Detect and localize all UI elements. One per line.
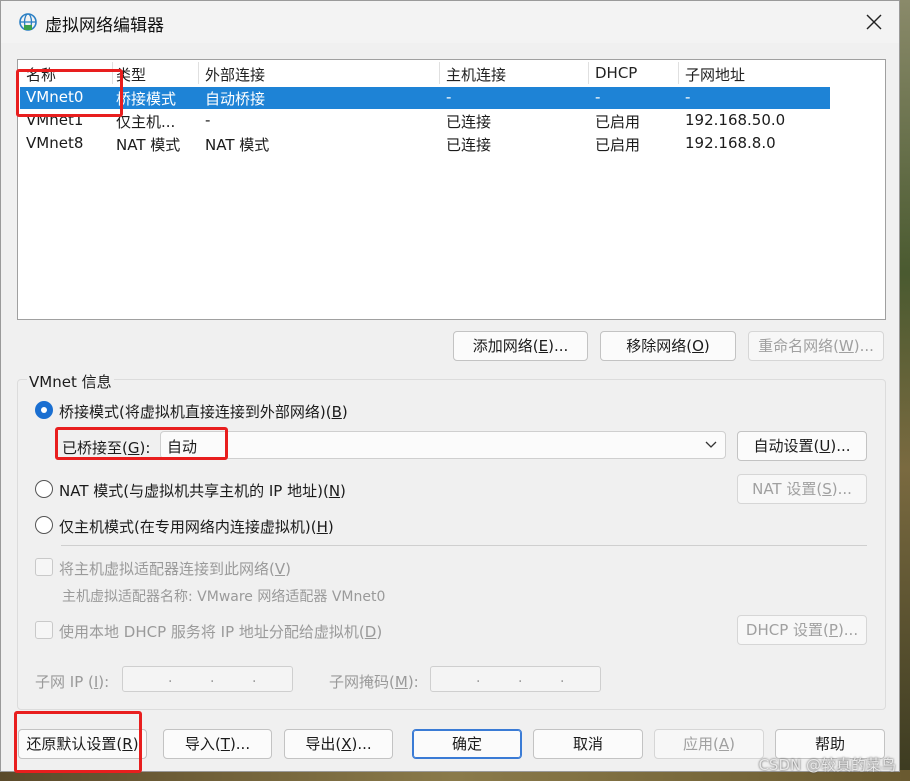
bridged-mode-radio[interactable] bbox=[35, 401, 53, 419]
row-type: 桥接模式 bbox=[116, 90, 177, 108]
row-name: VMnet8 bbox=[26, 134, 84, 152]
row-host: 已连接 bbox=[446, 136, 492, 154]
column-separator[interactable] bbox=[439, 62, 440, 84]
use-dhcp-label[interactable]: 使用本地 DHCP 服务将 IP 地址分配给虚拟机(D) bbox=[59, 621, 382, 642]
separator-line bbox=[61, 545, 867, 546]
title-bar: 虚拟网络编辑器 bbox=[1, 1, 899, 43]
row-subnet: 192.168.8.0 bbox=[685, 134, 776, 152]
list-header: 名称 类型 外部连接 主机连接 DHCP 子网地址 bbox=[18, 60, 885, 86]
dhcp-settings-button[interactable]: DHCP 设置(P)... bbox=[737, 615, 867, 645]
cancel-button[interactable]: 取消 bbox=[533, 729, 643, 759]
row-type: NAT 模式 bbox=[116, 136, 181, 154]
table-row-vmnet1[interactable]: VMnet1 仅主机... - 已连接 已启用 192.168.50.0 bbox=[20, 110, 830, 132]
bridged-to-select[interactable]: 自动 bbox=[160, 431, 726, 459]
subnet-mask-input[interactable]: . . . bbox=[430, 666, 601, 692]
connect-adapter-label[interactable]: 将主机虚拟适配器连接到此网络(V) bbox=[59, 558, 291, 579]
window-title: 虚拟网络编辑器 bbox=[45, 16, 164, 36]
column-header-host[interactable]: 主机连接 bbox=[446, 64, 506, 84]
subnet-ip-label: 子网 IP (I): bbox=[35, 673, 110, 691]
apply-button[interactable]: 应用(A) bbox=[654, 729, 764, 759]
column-separator[interactable] bbox=[112, 62, 113, 84]
host-only-label[interactable]: 仅主机模式(在专用网络内连接虚拟机)(H) bbox=[59, 516, 334, 537]
subnet-ip-input[interactable]: . . . bbox=[122, 666, 293, 692]
add-network-button[interactable]: 添加网络(E)... bbox=[453, 331, 588, 361]
host-only-radio[interactable] bbox=[35, 516, 53, 534]
row-type: 仅主机... bbox=[116, 113, 176, 131]
nat-mode-radio[interactable] bbox=[35, 480, 53, 498]
ok-button[interactable]: 确定 bbox=[412, 729, 522, 759]
column-separator[interactable] bbox=[198, 62, 199, 84]
column-header-type[interactable]: 类型 bbox=[116, 64, 146, 84]
nat-mode-label[interactable]: NAT 模式(与虚拟机共享主机的 IP 地址)(N) bbox=[59, 480, 346, 501]
connect-adapter-checkbox[interactable] bbox=[35, 558, 53, 576]
subnet-mask-label: 子网掩码(M): bbox=[329, 673, 419, 691]
watermark: CSDN @较真的菜鸟 bbox=[758, 756, 896, 774]
column-header-dhcp[interactable]: DHCP bbox=[595, 64, 637, 84]
virtual-network-editor-dialog: 虚拟网络编辑器 名称 类型 外部连接 主机连接 DHCP 子网地址 VMnet0… bbox=[0, 0, 900, 773]
row-external: NAT 模式 bbox=[205, 136, 270, 154]
auto-settings-button[interactable]: 自动设置(U)... bbox=[737, 431, 867, 461]
row-external: 自动桥接 bbox=[205, 90, 266, 108]
use-dhcp-checkbox[interactable] bbox=[35, 621, 53, 639]
column-header-name[interactable]: 名称 bbox=[26, 64, 56, 84]
row-dhcp: 已启用 bbox=[595, 136, 641, 154]
chevron-down-icon bbox=[705, 441, 717, 448]
import-button[interactable]: 导入(T)... bbox=[163, 729, 272, 759]
export-button[interactable]: 导出(X)... bbox=[284, 729, 393, 759]
row-external: - bbox=[205, 111, 211, 129]
nat-settings-button[interactable]: NAT 设置(S)... bbox=[737, 474, 867, 504]
network-globe-icon bbox=[19, 13, 37, 31]
column-header-external[interactable]: 外部连接 bbox=[205, 64, 265, 84]
vmnet-info-label: VMnet 信息 bbox=[27, 371, 114, 392]
row-subnet: - bbox=[685, 88, 691, 106]
row-dhcp: - bbox=[595, 88, 601, 106]
close-button[interactable] bbox=[856, 6, 892, 38]
row-host: 已连接 bbox=[446, 113, 492, 131]
row-host: - bbox=[446, 88, 452, 106]
bridged-to-label: 已桥接至(G): bbox=[62, 439, 151, 457]
row-subnet: 192.168.50.0 bbox=[685, 111, 786, 129]
table-row-vmnet8[interactable]: VMnet8 NAT 模式 NAT 模式 已连接 已启用 192.168.8.0 bbox=[20, 133, 830, 155]
table-row-vmnet0[interactable]: VMnet0 桥接模式 自动桥接 - - - bbox=[20, 87, 830, 109]
close-icon bbox=[866, 14, 882, 30]
adapter-name-text: 主机虚拟适配器名称: VMware 网络适配器 VMnet0 bbox=[62, 589, 386, 605]
column-separator[interactable] bbox=[678, 62, 679, 84]
remove-network-button[interactable]: 移除网络(O) bbox=[600, 331, 736, 361]
row-dhcp: 已启用 bbox=[595, 113, 641, 131]
restore-defaults-button[interactable]: 还原默认设置(R) bbox=[18, 729, 147, 759]
column-separator[interactable] bbox=[588, 62, 589, 84]
bridged-to-value: 自动 bbox=[167, 438, 198, 456]
column-header-subnet[interactable]: 子网地址 bbox=[685, 64, 745, 84]
row-name: VMnet1 bbox=[26, 111, 84, 129]
rename-network-button[interactable]: 重命名网络(W)... bbox=[748, 331, 884, 361]
network-list[interactable]: 名称 类型 外部连接 主机连接 DHCP 子网地址 VMnet0 桥接模式 自动… bbox=[17, 59, 886, 320]
row-name: VMnet0 bbox=[26, 88, 84, 106]
bridged-mode-label[interactable]: 桥接模式(将虚拟机直接连接到外部网络)(B) bbox=[59, 401, 348, 422]
